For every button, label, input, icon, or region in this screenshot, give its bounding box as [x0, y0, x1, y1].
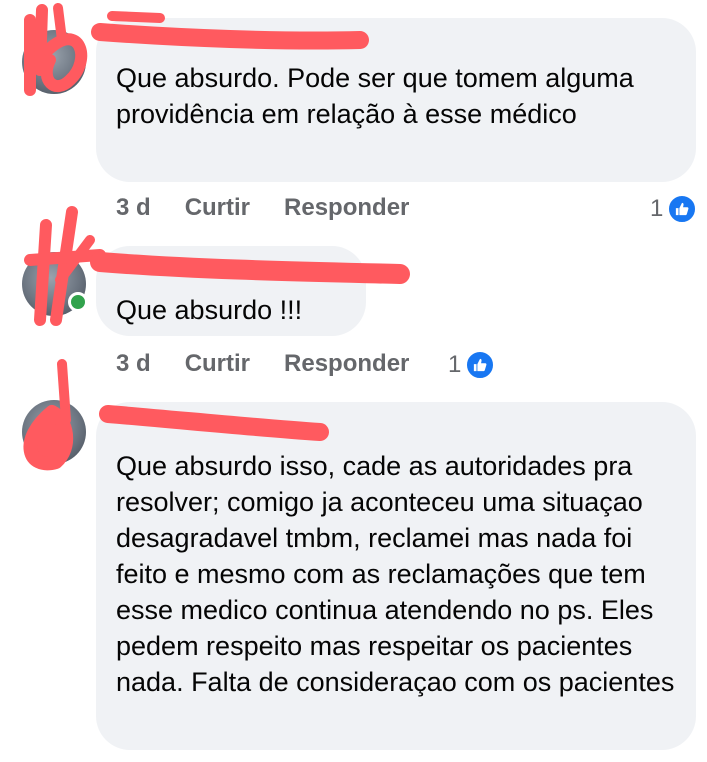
- like-button[interactable]: Curtir: [185, 350, 250, 378]
- reply-button[interactable]: Responder: [284, 350, 409, 378]
- avatar[interactable]: [22, 30, 86, 94]
- thumbs-up-icon: [465, 350, 496, 380]
- comment-time[interactable]: 3 d: [116, 350, 151, 378]
- online-status-dot: [68, 292, 88, 312]
- comment-actions: 3 d Curtir Responder: [116, 194, 443, 222]
- like-button[interactable]: Curtir: [185, 194, 250, 222]
- comment-time[interactable]: 3 d: [116, 194, 151, 222]
- reaction-count: 1: [650, 195, 664, 222]
- thumbs-up-icon: [667, 194, 698, 224]
- reaction-summary[interactable]: 1: [650, 194, 698, 224]
- comment-text: Que absurdo !!!: [116, 295, 303, 325]
- reaction-summary[interactable]: 1: [448, 350, 496, 380]
- reply-button[interactable]: Responder: [284, 194, 409, 222]
- comment-actions: 3 d Curtir Responder: [116, 350, 443, 378]
- comment-text: Que absurdo isso, cade as autoridades pr…: [116, 451, 675, 697]
- comment-text: Que absurdo. Pode ser que tomem alguma p…: [116, 63, 634, 129]
- reaction-count: 1: [448, 351, 462, 378]
- avatar[interactable]: [22, 400, 86, 464]
